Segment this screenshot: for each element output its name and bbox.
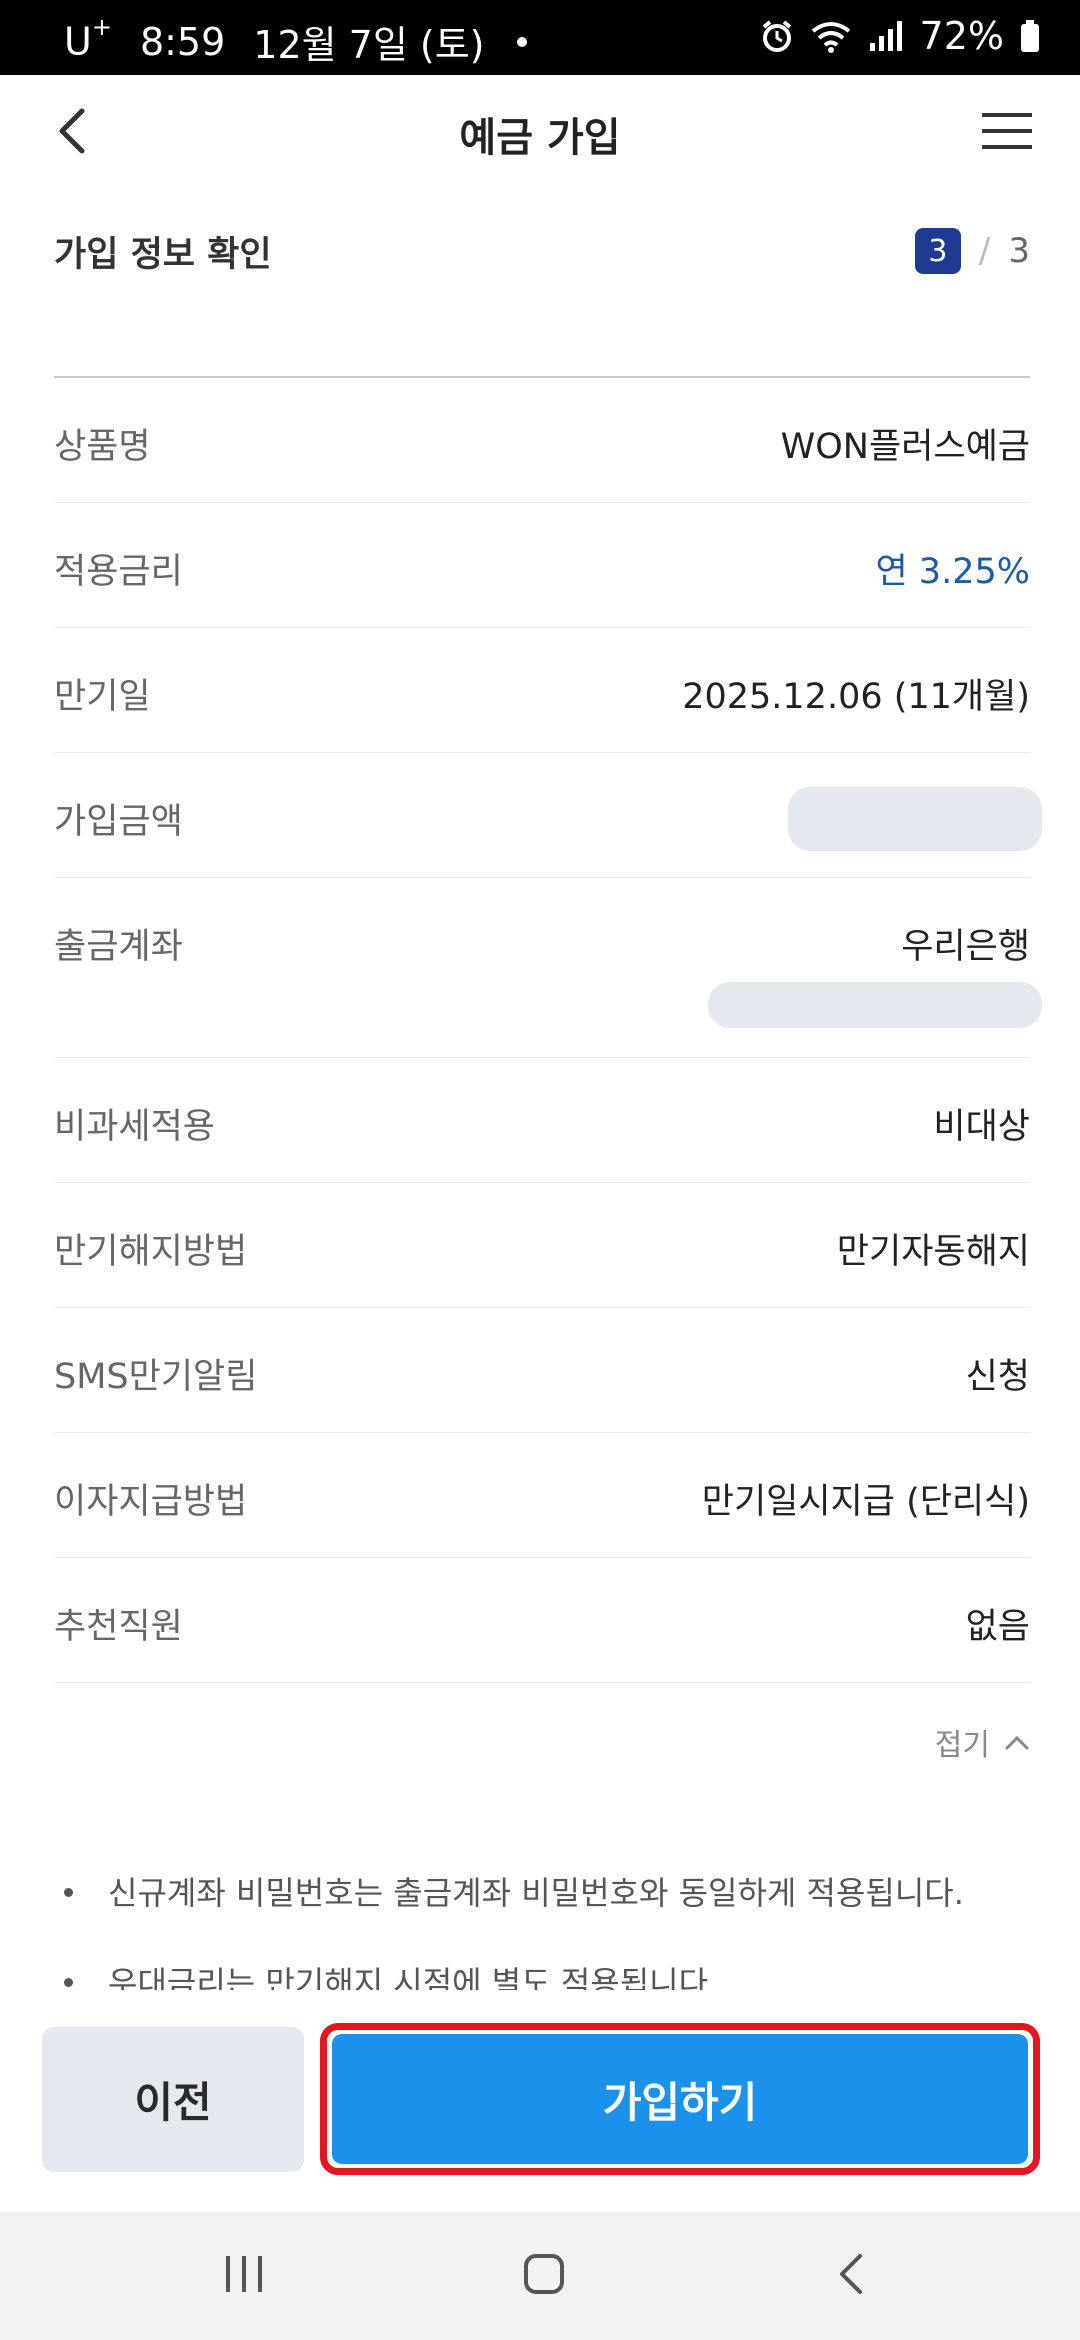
info-row-tax: 비과세적용 비대상: [54, 1058, 1030, 1183]
info-row-rate: 적용금리 연 3.25%: [54, 503, 1030, 628]
row-value: 만기일시지급 (단리식): [701, 1482, 1030, 1522]
chevron-up-icon: [1005, 1735, 1029, 1750]
info-row-sms: SMS만기알림 신청: [54, 1308, 1030, 1433]
row-label: 적용금리: [54, 552, 183, 592]
page-title: 예금 가입: [459, 115, 621, 161]
row-label: 만기해지방법: [54, 1232, 248, 1272]
fold-toggle[interactable]: 접기: [935, 1720, 1030, 1764]
row-value: 없음: [965, 1607, 1030, 1647]
row-label: 상품명: [54, 427, 151, 467]
row-value: WON플러스예금: [780, 427, 1030, 467]
row-value: 만기자동해지: [836, 1232, 1030, 1272]
masked-amount: [788, 787, 1042, 851]
battery-icon: [1021, 20, 1039, 52]
fold-label: 접기: [934, 1728, 990, 1763]
row-label: 비과세적용: [54, 1107, 216, 1147]
row-value: 연 3.25%: [875, 552, 1030, 592]
row-value: 신청: [965, 1357, 1030, 1397]
info-row-account: 출금계좌 우리은행: [54, 878, 1042, 1058]
masked-account-number: [708, 982, 1042, 1028]
step-separator: /: [978, 231, 991, 271]
row-label: 가입금액: [54, 802, 183, 842]
prev-button[interactable]: 이전: [42, 2027, 304, 2172]
row-label: 만기일: [54, 677, 151, 717]
row-value: 비대상: [933, 1107, 1030, 1147]
alarm-icon: [762, 20, 791, 52]
info-row-product: 상품명 WON플러스예금: [54, 378, 1030, 503]
join-button[interactable]: 가입하기: [332, 2034, 1028, 2164]
row-label: 추천직원: [54, 1607, 183, 1647]
app-header: 예금 가입: [0, 75, 1080, 190]
row-value: 우리은행: [901, 927, 1030, 967]
row-label: SMS만기알림: [54, 1357, 258, 1397]
notice-item: 신규계좌 비밀번호는 출금계좌 비밀번호와 동일하게 적용됩니다.: [64, 1868, 1040, 1914]
step-total: 3: [1008, 231, 1030, 271]
recent-apps-icon[interactable]: [222, 2252, 266, 2296]
notice-list: 신규계좌 비밀번호는 출금계좌 비밀번호와 동일하게 적용됩니다. 우대금리는 …: [64, 1868, 1040, 1990]
step-current-badge: 3: [914, 228, 961, 274]
carrier-label: U+: [64, 13, 112, 64]
row-value: 2025.12.06 (11개월): [682, 677, 1030, 717]
system-nav-bar: [0, 2212, 1080, 2340]
info-row-amount: 가입금액: [54, 753, 1042, 878]
wifi-icon: [811, 22, 850, 53]
info-list: 상품명 WON플러스예금 적용금리 연 3.25% 만기일 2025.12.06…: [54, 378, 1042, 1683]
info-row-maturity: 만기일 2025.12.06 (11개월): [54, 628, 1030, 753]
signal-icon: [869, 21, 902, 51]
info-row-referrer: 추천직원 없음: [54, 1558, 1030, 1683]
status-bar: U+ 8:59 12월 7일 (토) 72%: [0, 0, 1080, 75]
battery-percent: 72%: [919, 14, 1004, 58]
home-icon[interactable]: [522, 2252, 566, 2296]
nav-back-icon[interactable]: [830, 2252, 874, 2296]
row-label: 이자지급방법: [54, 1482, 248, 1522]
info-row-termination: 만기해지방법 만기자동해지: [54, 1183, 1030, 1308]
status-date: 12월 7일 (토): [253, 23, 485, 67]
info-row-interest: 이자지급방법 만기일시지급 (단리식): [54, 1433, 1030, 1558]
notification-dot-icon: [516, 36, 527, 47]
step-title: 가입 정보 확인: [54, 235, 272, 275]
step-counter: 3 / 3: [914, 228, 1030, 274]
notice-item: 우대금리는 만기해지 시점에 별도 적용됩니다.: [64, 1958, 1040, 1990]
status-time: 8:59: [139, 19, 226, 64]
row-label: 출금계좌: [54, 927, 183, 967]
hamburger-menu-icon[interactable]: [982, 111, 1032, 151]
